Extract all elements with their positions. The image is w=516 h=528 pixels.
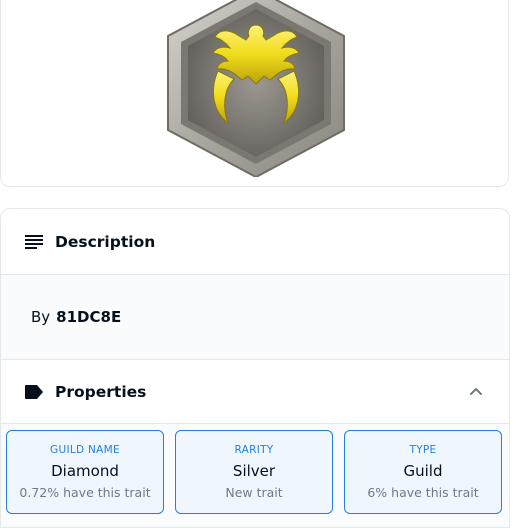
- trait-type: GUILD NAME: [50, 444, 120, 456]
- trait-rarity: 0.72% have this trait: [19, 485, 151, 500]
- creator-link[interactable]: 81DC8E: [56, 308, 121, 326]
- trait-card-rarity[interactable]: RARITY Silver New trait: [175, 430, 333, 514]
- details-panel: Description By 81DC8E Properties GUILD N…: [0, 208, 510, 528]
- description-title: Description: [55, 232, 156, 251]
- properties-body: GUILD NAME Diamond 0.72% have this trait…: [1, 424, 509, 527]
- chevron-up-icon[interactable]: [469, 384, 483, 398]
- trait-rarity: New trait: [225, 485, 283, 500]
- trait-value: Diamond: [51, 462, 119, 480]
- trait-value: Silver: [232, 462, 276, 480]
- label-tag-icon: [23, 381, 45, 403]
- trait-rarity: 6% have this trait: [367, 485, 479, 500]
- list-lines-icon: [23, 231, 45, 253]
- by-label: By: [31, 308, 51, 326]
- guild-emblem-image: [167, 0, 345, 177]
- properties-title: Properties: [55, 382, 147, 401]
- trait-card-guild-name[interactable]: GUILD NAME Diamond 0.72% have this trait: [6, 430, 164, 514]
- nft-image-card[interactable]: [0, 0, 509, 187]
- trait-type: RARITY: [234, 444, 274, 456]
- trait-type: TYPE: [409, 444, 437, 456]
- trait-value: Guild: [403, 462, 443, 480]
- properties-header[interactable]: Properties: [1, 360, 509, 424]
- description-body: By 81DC8E: [1, 275, 509, 360]
- trait-card-type[interactable]: TYPE Guild 6% have this trait: [344, 430, 502, 514]
- description-header: Description: [1, 209, 509, 275]
